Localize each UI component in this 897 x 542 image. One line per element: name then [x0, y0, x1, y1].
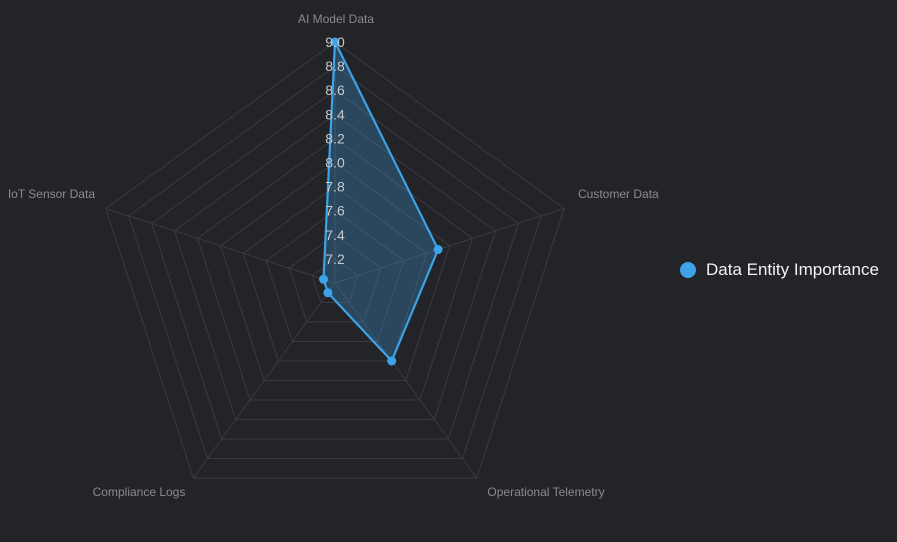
indicator-label: IoT Sensor Data	[8, 187, 95, 201]
data-point[interactable]	[323, 288, 333, 298]
tick-label: 8.6	[325, 82, 345, 98]
indicator-label: AI Model Data	[298, 12, 374, 26]
tick-label: 7.6	[325, 203, 345, 219]
tick-label: 7.2	[325, 251, 345, 267]
tick-label: 7.4	[325, 227, 345, 243]
radar-chart: 7.2 7.4 7.6 7.8 8.0 8.2 8.4 8.6 8.8 9.0 AI Model …	[0, 0, 897, 542]
data-point[interactable]	[387, 356, 397, 366]
indicator-label: Customer Data	[578, 187, 659, 201]
indicator-label: Compliance Logs	[93, 485, 186, 499]
tick-label: 8.8	[325, 58, 345, 74]
tick-label: 8.4	[325, 106, 345, 122]
data-point[interactable]	[319, 274, 328, 284]
legend[interactable]: Data Entity Importance	[680, 260, 879, 279]
indicator-label: Operational Telemetry	[487, 485, 604, 499]
tick-label: 8.0	[325, 155, 345, 171]
tick-label: 7.8	[325, 179, 345, 195]
legend-label: Data Entity Importance	[706, 260, 879, 279]
legend-marker	[680, 262, 696, 278]
tick-label: 8.2	[325, 130, 345, 146]
data-point[interactable]	[433, 245, 443, 254]
grid-spoke	[105, 208, 336, 284]
tick-label: 9.0	[325, 34, 345, 50]
radar-chart-svg: 7.2 7.4 7.6 7.8 8.0 8.2 8.4 8.6 8.8 9.0 AI Model …	[8, 12, 879, 499]
